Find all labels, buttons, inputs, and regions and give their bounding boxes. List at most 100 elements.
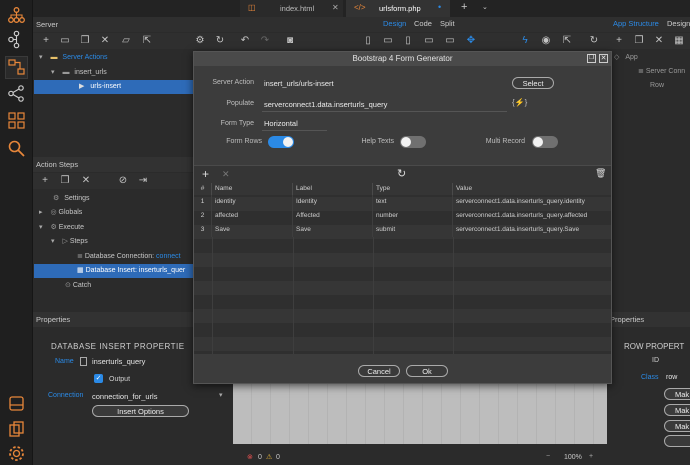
column-type[interactable]: Type	[373, 183, 453, 195]
assets-icon[interactable]	[7, 420, 26, 439]
disable-icon[interactable]: ⊘	[117, 175, 129, 187]
laptop-icon[interactable]: ▭	[423, 35, 435, 47]
row-type[interactable]: number	[373, 209, 453, 223]
sync-icon[interactable]: ↻	[588, 35, 600, 47]
refresh-icon[interactable]: ↻	[214, 35, 226, 47]
zoom-level[interactable]: 100%	[564, 454, 582, 461]
row-label[interactable]: Affected	[293, 209, 373, 223]
chevron-down-icon[interactable]: ⌄	[482, 3, 488, 11]
database-icon[interactable]	[7, 394, 26, 413]
make-button-3[interactable]: Mak	[664, 420, 690, 432]
right-design-link[interactable]: Design	[667, 19, 690, 28]
row-value[interactable]: serverconnect1.data.inserturls_query.aff…	[453, 209, 611, 223]
folder-icon[interactable]: ▭	[59, 35, 71, 47]
trash-icon[interactable]: 🗑	[595, 168, 606, 179]
restore-icon[interactable]: ❐	[587, 54, 596, 63]
server-action-value[interactable]: insert_urls/urls-insert	[264, 79, 334, 88]
undo-icon[interactable]: ↶	[239, 35, 251, 47]
copy-step-icon[interactable]: ❐	[59, 175, 71, 187]
row-name[interactable]: Save	[212, 223, 293, 237]
structure-item-server-conn[interactable]: ≣ Server Conn	[638, 65, 685, 79]
view-mode-code[interactable]: Code	[414, 19, 432, 28]
search-icon[interactable]	[7, 139, 26, 158]
structure-item-row[interactable]: Row	[638, 79, 664, 93]
step-steps[interactable]: ▾ ▷ Steps	[51, 235, 88, 249]
delete-element-icon[interactable]: ✕	[653, 35, 665, 47]
name-value[interactable]: inserturls_query	[92, 357, 145, 366]
view-mode-split[interactable]: Split	[440, 19, 455, 28]
bolt-icon[interactable]: ϟ	[519, 35, 531, 47]
git-branch-icon[interactable]	[7, 30, 26, 49]
close-icon[interactable]: ✕	[599, 54, 608, 63]
ok-button[interactable]: Ok	[406, 365, 448, 377]
zoom-in-icon[interactable]: +	[589, 453, 593, 460]
connection-select[interactable]: connection_for_urls	[92, 392, 157, 401]
mobile-icon[interactable]: ▯	[362, 35, 374, 47]
remove-row-icon[interactable]: ✕	[222, 169, 230, 180]
step-db-connection[interactable]: ≣ Database Connection: connect	[77, 250, 181, 264]
server-connect-icon[interactable]	[5, 56, 28, 79]
copy-icon[interactable]: ❐	[79, 35, 91, 47]
row-name[interactable]: affected	[212, 209, 293, 223]
multi-record-toggle[interactable]	[532, 136, 558, 148]
add-icon[interactable]: +	[40, 35, 52, 47]
fullscreen-icon[interactable]: ✥	[465, 35, 477, 47]
table-row[interactable]: 1 identity Identity text serverconnect1.…	[194, 195, 611, 209]
insert-options-button[interactable]: Insert Options	[92, 405, 189, 417]
open-folder-icon[interactable]: ▱	[120, 35, 132, 47]
add-row-icon[interactable]: +	[202, 167, 209, 181]
make-button-2[interactable]: Mak	[664, 404, 690, 416]
structure-icon[interactable]	[7, 6, 26, 25]
expand-icon[interactable]: ▸	[39, 209, 43, 216]
app-structure-title[interactable]: App Structure	[613, 19, 659, 28]
add-step-icon[interactable]: +	[39, 175, 51, 187]
help-texts-toggle[interactable]	[400, 136, 426, 148]
expand-icon[interactable]: ▾	[51, 69, 55, 76]
components-icon[interactable]	[7, 111, 26, 130]
design-canvas[interactable]	[233, 384, 607, 444]
expand-icon[interactable]: ▾	[39, 224, 43, 231]
tablet-icon[interactable]: ▯	[402, 35, 414, 47]
zoom-out-icon[interactable]: −	[546, 453, 550, 460]
add-tab-icon[interactable]: +	[461, 1, 467, 13]
row-type[interactable]: text	[373, 195, 453, 209]
row-type[interactable]: submit	[373, 223, 453, 237]
structure-item-app[interactable]: ◇ App	[614, 51, 638, 65]
step-globals[interactable]: ▸ ◎ Globals	[39, 206, 82, 220]
wrap-icon[interactable]: ▦	[673, 35, 685, 47]
copy-element-icon[interactable]: ❐	[633, 35, 645, 47]
redo-icon[interactable]: ↷	[259, 35, 271, 47]
refresh-fields-icon[interactable]: ↻	[397, 167, 406, 180]
camera-icon[interactable]: ◙	[284, 35, 296, 47]
form-type-select[interactable]: Horizontal	[264, 119, 298, 128]
form-rows-toggle[interactable]	[268, 136, 294, 148]
tree-item-server-actions[interactable]: ▾ ▬ Server Actions	[39, 51, 108, 65]
eye-icon[interactable]: ◉	[540, 35, 552, 47]
step-db-insert[interactable]: ▦ Database Insert: inserturls_quer	[34, 264, 193, 278]
table-row[interactable]: 3 Save Save submit serverconnect1.data.i…	[194, 223, 611, 237]
step-execute[interactable]: ▾ ⚙ Execute	[39, 221, 84, 235]
output-checkbox[interactable]: ✓	[94, 374, 103, 383]
select-button[interactable]: Select	[512, 77, 554, 89]
close-icon[interactable]: ✕	[332, 3, 339, 12]
tab-urlsform[interactable]: </> urlsform.php •	[346, 0, 450, 17]
expand-icon[interactable]: ▾	[39, 54, 43, 61]
row-name[interactable]: identity	[212, 195, 293, 209]
dynamic-data-icon[interactable]: {⚡}	[512, 98, 527, 107]
row-label[interactable]: Save	[293, 223, 373, 237]
export-icon[interactable]: ⇱	[141, 35, 153, 47]
step-settings[interactable]: ⚙ Settings	[53, 192, 90, 206]
cancel-button[interactable]: Cancel	[358, 365, 400, 377]
export-page-icon[interactable]: ⇱	[561, 35, 573, 47]
desktop-icon[interactable]: ▭	[444, 35, 456, 47]
delete-icon[interactable]: ✕	[99, 35, 111, 47]
share-icon[interactable]	[7, 84, 26, 103]
populate-value[interactable]: serverconnect1.data.inserturls_query	[264, 100, 387, 109]
row-label[interactable]: Identity	[293, 195, 373, 209]
class-value[interactable]: row	[666, 374, 677, 381]
delete-step-icon[interactable]: ✕	[80, 175, 92, 187]
extra-button[interactable]	[664, 435, 690, 447]
expand-icon[interactable]: ▾	[51, 238, 55, 245]
tab-index[interactable]: ◫ index.html ✕	[240, 0, 343, 17]
tree-item-insert-urls[interactable]: ▾ ▬ insert_urls	[51, 66, 107, 80]
